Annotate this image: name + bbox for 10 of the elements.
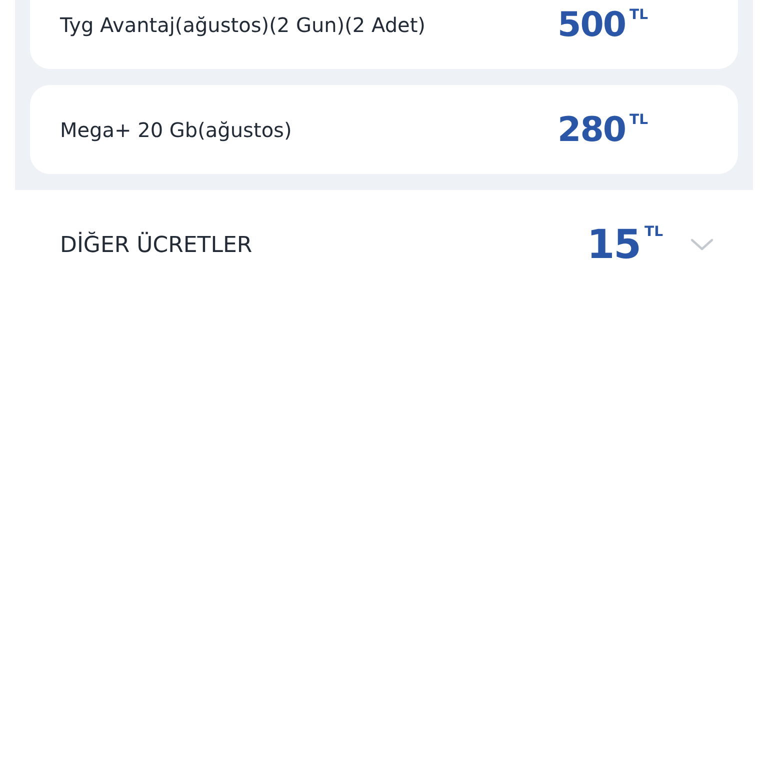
price-amount: 15 [586, 224, 641, 266]
currency-label: TL [630, 6, 648, 22]
currency-label: TL [644, 224, 663, 240]
section-title: DİĞER ÜCRETLER [60, 232, 254, 258]
chevron-down-icon[interactable] [691, 239, 713, 251]
price-amount: 280 [558, 112, 626, 148]
item-name: Mega+ 20 Gb(ağustos) [60, 118, 292, 142]
item-name: Tyg Avantaj(ağustos)(2 Gun)(2 Adet) [60, 12, 426, 36]
price-amount: 500 [558, 6, 626, 42]
currency-label: TL [630, 112, 648, 128]
